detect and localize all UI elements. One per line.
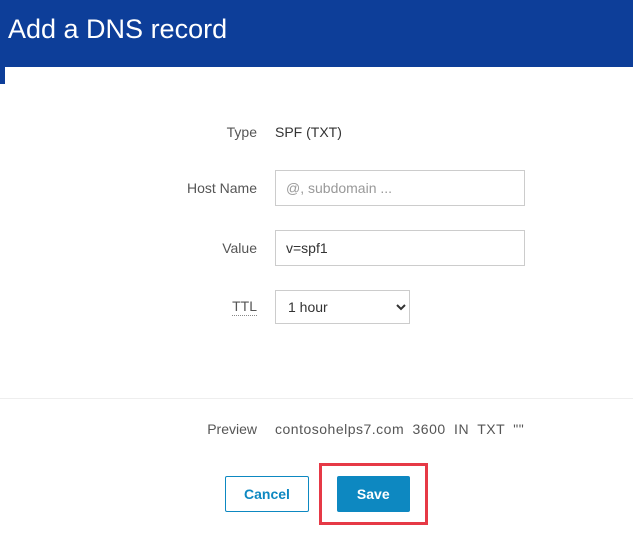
value-row: Value bbox=[40, 230, 593, 266]
page-title: Add a DNS record bbox=[8, 14, 227, 44]
preview-row: Preview contosohelps7.com 3600 IN TXT "" bbox=[40, 421, 593, 437]
ttl-select[interactable]: 1 hour bbox=[275, 290, 410, 324]
hostname-row: Host Name bbox=[40, 170, 593, 206]
tab-indicator bbox=[0, 66, 5, 84]
page-header: Add a DNS record bbox=[0, 0, 633, 67]
cancel-button[interactable]: Cancel bbox=[225, 476, 309, 512]
type-row: Type SPF (TXT) bbox=[40, 124, 593, 140]
ttl-row: TTL 1 hour bbox=[40, 290, 593, 324]
preview-label: Preview bbox=[40, 421, 275, 437]
ttl-label: TTL bbox=[232, 298, 257, 316]
button-row: Cancel Save bbox=[40, 463, 593, 525]
save-button[interactable]: Save bbox=[337, 476, 410, 512]
value-label: Value bbox=[40, 240, 275, 256]
ttl-label-col: TTL bbox=[40, 298, 275, 316]
preview-value: contosohelps7.com 3600 IN TXT "" bbox=[275, 421, 593, 437]
hostname-label: Host Name bbox=[40, 180, 275, 196]
save-highlight-box: Save bbox=[319, 463, 428, 525]
form-area: Type SPF (TXT) Host Name Value TTL 1 hou… bbox=[0, 84, 633, 368]
hostname-input[interactable] bbox=[275, 170, 525, 206]
preview-area: Preview contosohelps7.com 3600 IN TXT ""… bbox=[0, 399, 633, 535]
type-value: SPF (TXT) bbox=[275, 124, 593, 140]
type-label: Type bbox=[40, 124, 275, 140]
value-input[interactable] bbox=[275, 230, 525, 266]
